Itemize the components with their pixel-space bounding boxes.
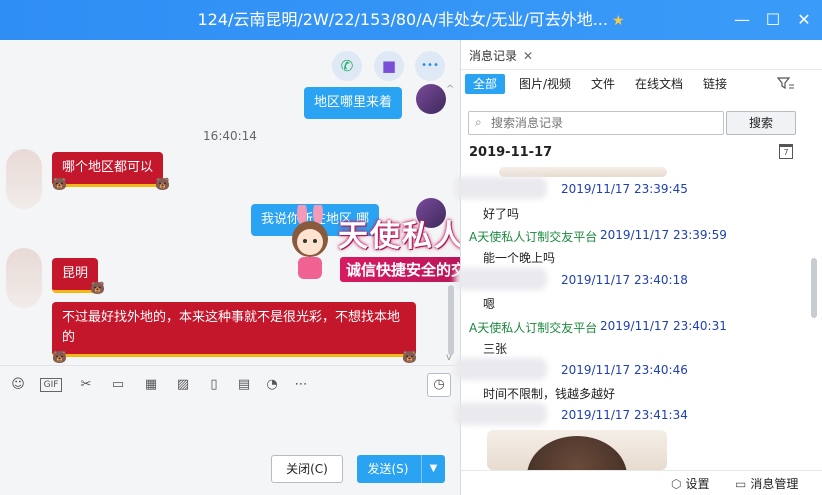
history-message-text[interactable]: 能一个晚上吗: [483, 249, 555, 266]
send-button[interactable]: 发送(S) ▼: [357, 455, 445, 483]
history-message-time: 2019/11/17 23:40:46: [561, 363, 688, 377]
grid-icon[interactable]: ▦: [141, 376, 161, 394]
history-search-box[interactable]: ⌕: [468, 111, 724, 135]
message-manager-button[interactable]: ▭ 消息管理: [735, 475, 798, 492]
star-icon[interactable]: ★: [612, 13, 625, 29]
scissors-icon[interactable]: ✂: [76, 376, 96, 394]
tab-message-history[interactable]: 消息记录 ✕: [469, 47, 533, 64]
filter-files[interactable]: 文件: [583, 74, 623, 94]
more-options-button[interactable]: •••: [415, 51, 445, 81]
history-message-text[interactable]: 时间不限制，钱越多越好: [483, 385, 615, 402]
history-message-text[interactable]: 好了吗: [483, 205, 519, 222]
history-image[interactable]: [487, 430, 667, 470]
record-icon[interactable]: ◔: [262, 376, 282, 394]
screen-icon[interactable]: ▯: [204, 376, 224, 394]
chevron-down-icon[interactable]: ▼: [421, 455, 445, 483]
message-manage-icon: ▭: [735, 477, 747, 491]
bubble-deco-icon: 🐻: [52, 177, 67, 191]
history-message-text[interactable]: 三张: [483, 340, 507, 357]
history-message-time: 2019/11/17 23:40:18: [561, 273, 688, 287]
scroll-up-icon[interactable]: ^: [446, 84, 454, 95]
bubble-deco-icon: 🐻: [402, 350, 417, 364]
more-icon: •••: [421, 60, 439, 71]
history-message-sender: A天使私人订制交友平台: [469, 230, 598, 244]
message-manager-label: 消息管理: [750, 477, 799, 491]
photo-subject: [527, 436, 627, 470]
gear-icon: ⬡: [671, 477, 682, 491]
settings-label: 设置: [685, 477, 710, 491]
more-tools-icon[interactable]: ⋯: [291, 376, 311, 394]
message-bubble-out[interactable]: 地区哪里来着: [304, 87, 403, 119]
history-message-time: 2019/11/17 23:41:34: [561, 408, 688, 422]
cartoon-girl-icon: [292, 205, 328, 279]
blurred-sender: [455, 358, 547, 380]
message-history-pane: 消息记录 ✕ 全部 图片/视频 文件 在线文档 链接 ⌕ 搜索 2019-11-1…: [455, 40, 822, 495]
gif-icon[interactable]: GIF: [40, 378, 62, 392]
history-scrollbar[interactable]: [811, 258, 817, 318]
message-input-area[interactable]: 关闭(C) 发送(S) ▼: [0, 403, 460, 495]
history-message-time: 2019/11/17 23:39:59: [600, 228, 727, 242]
phone-icon: ✆: [340, 57, 354, 75]
maximize-button[interactable]: ☐: [761, 8, 785, 32]
history-date: 2019-11-17: [469, 145, 553, 160]
filter-links[interactable]: 链接: [695, 74, 735, 94]
filter-media[interactable]: 图片/视频: [511, 74, 579, 94]
tab-underline: [461, 69, 822, 70]
chat-timestamp: 16:40:14: [203, 129, 257, 143]
bubble-deco-icon: 🐻: [90, 281, 105, 295]
history-message-text[interactable]: 嗯: [483, 295, 495, 312]
image-icon[interactable]: ▨: [173, 376, 193, 394]
window-title: 124/云南昆明/2W/22/153/80/A/非处女/无业/可去外地... ★: [0, 0, 822, 40]
bubble-deco-icon: 🐻: [155, 177, 170, 191]
history-footer: ⬡ 设置 ▭ 消息管理: [461, 470, 822, 495]
blurred-sender: [455, 403, 547, 425]
bubble-deco-icon: 🐻: [52, 350, 67, 364]
search-icon: ⌕: [475, 115, 482, 129]
close-button[interactable]: 关闭(C): [271, 455, 343, 483]
window-title-text: 124/云南昆明/2W/22/153/80/A/非处女/无业/可去外地...: [197, 10, 608, 29]
contact-avatar[interactable]: [6, 248, 42, 308]
calendar-icon[interactable]: 7: [779, 144, 793, 159]
filter-icon[interactable]: [777, 76, 795, 92]
input-toolbar: ☺ GIF ✂ ▭ ▦ ▨ ▯ ▤ ◔ ⋯ ◷: [0, 365, 460, 403]
history-message-time: 2019/11/17 23:40:31: [600, 319, 727, 333]
message-bubble-in[interactable]: 不过最好找外地的，本来这种事就不是很光彩，不想找本地的: [52, 302, 416, 357]
send-label[interactable]: 发送(S): [357, 455, 419, 483]
blurred-sender: [455, 177, 547, 199]
title-bar: 124/云南昆明/2W/22/153/80/A/非处女/无业/可去外地... ★ …: [0, 0, 822, 40]
search-button[interactable]: 搜索: [726, 111, 796, 135]
history-icon[interactable]: ◷: [427, 373, 451, 397]
scroll-down-icon[interactable]: v: [446, 352, 452, 363]
close-window-button[interactable]: ✕: [792, 8, 816, 32]
archive-icon[interactable]: ▤: [234, 376, 254, 394]
blurred-sender: [455, 268, 547, 290]
video-call-button[interactable]: ■: [374, 51, 404, 81]
chat-scrollbar[interactable]: [448, 285, 454, 355]
emoji-icon[interactable]: ☺: [8, 376, 28, 394]
folder-icon[interactable]: ▭: [108, 376, 128, 394]
history-image[interactable]: [499, 167, 667, 177]
my-avatar[interactable]: [416, 84, 446, 114]
history-search-input[interactable]: [491, 114, 717, 132]
voice-call-button[interactable]: ✆: [332, 51, 362, 81]
tab-label: 消息记录: [469, 49, 518, 63]
history-message-sender: A天使私人订制交友平台: [469, 321, 598, 335]
filter-docs[interactable]: 在线文档: [627, 74, 691, 94]
video-icon: ■: [381, 57, 397, 75]
chat-pane: ✆ ■ ••• 地区哪里来着 ^ 16:40:14 哪个地区都可以 🐻 🐻 我说…: [0, 40, 460, 365]
filter-all[interactable]: 全部: [465, 74, 506, 94]
history-message-time: 2019/11/17 23:39:45: [561, 182, 688, 196]
minimize-button[interactable]: —: [730, 8, 754, 32]
settings-button[interactable]: ⬡ 设置: [671, 475, 710, 492]
contact-avatar[interactable]: [6, 149, 42, 209]
close-icon[interactable]: ✕: [523, 49, 533, 63]
